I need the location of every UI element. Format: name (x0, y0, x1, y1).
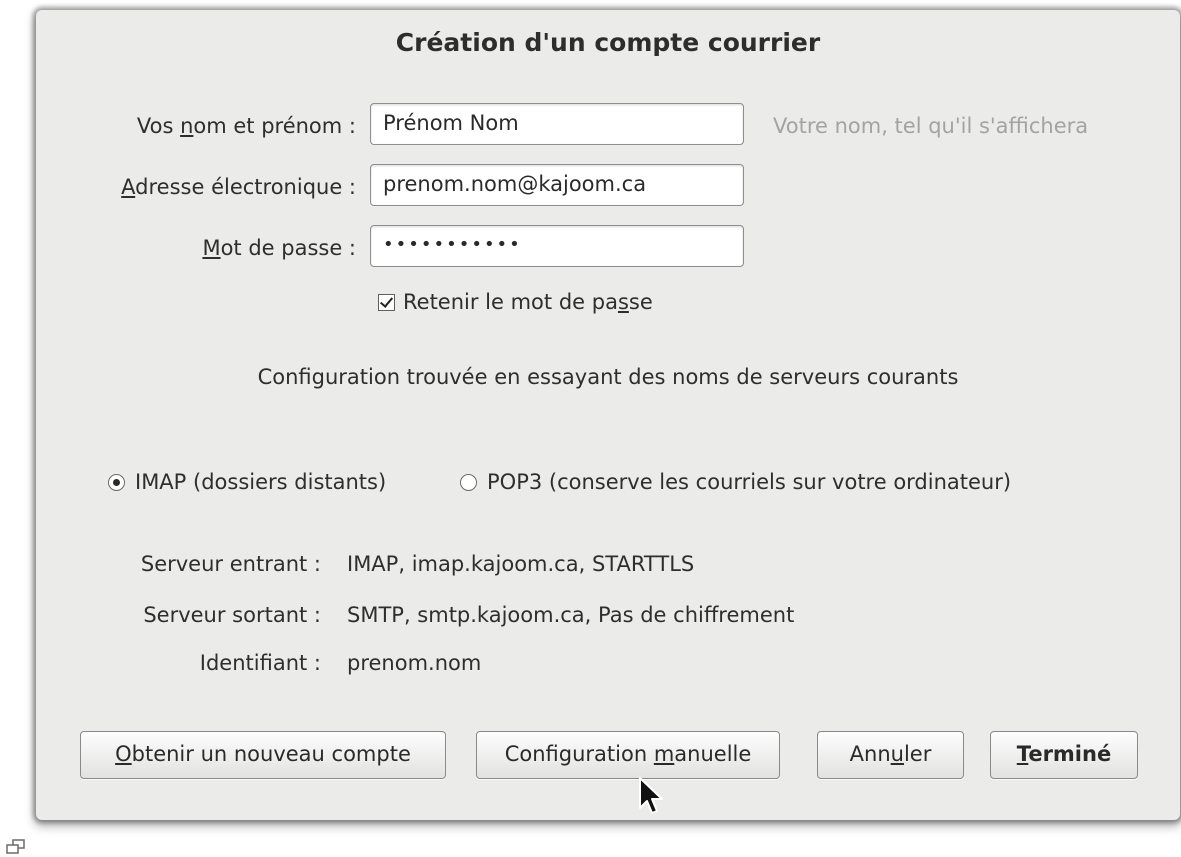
manual-config-button[interactable]: Configuration manuelle (476, 731, 780, 779)
radio-selected-icon[interactable] (108, 474, 125, 491)
accelerator-key: A (121, 175, 136, 199)
checkbox-checked-icon[interactable] (378, 294, 395, 311)
accelerator-key: O (115, 742, 132, 766)
window-restore-icon[interactable] (6, 839, 26, 855)
incoming-server-value: IMAP, imap.kajoom.ca, STARTTLS (347, 552, 695, 576)
password-label: Mot de passe : (202, 236, 356, 260)
done-button[interactable]: Terminé (990, 731, 1138, 779)
mouse-pointer-icon (639, 777, 663, 814)
accelerator-key: M (202, 236, 221, 260)
mail-account-setup-dialog: Création d'un compte courrier Vos nom et… (36, 10, 1180, 820)
name-hint: Votre nom, tel qu'il s'affichera (773, 114, 1089, 138)
accelerator-key: s (617, 290, 629, 314)
username-value: prenom.nom (347, 651, 482, 675)
username-label: Identifiant : (199, 651, 321, 675)
screen: Création d'un compte courrier Vos nom et… (0, 0, 1181, 857)
dialog-title: Création d'un compte courrier (395, 28, 821, 57)
email-field[interactable]: prenom.nom@kajoom.ca (370, 164, 744, 206)
accelerator-key: T (1016, 742, 1029, 766)
name-label: Vos nom et prénom : (136, 114, 356, 138)
imap-radio[interactable]: IMAP (dossiers distants) (108, 470, 386, 494)
outgoing-server-label: Serveur sortant : (143, 603, 321, 627)
accelerator-key: n (180, 114, 194, 138)
pop3-radio[interactable]: POP3 (conserve les courriels sur votre o… (460, 470, 1011, 494)
accelerator-key: m (653, 742, 675, 766)
name-field[interactable]: Prénom Nom (370, 103, 744, 145)
get-new-account-button[interactable]: Obtenir un nouveau compte (80, 731, 446, 779)
cancel-button[interactable]: Annuler (817, 731, 964, 779)
remember-password-checkbox[interactable]: Retenir le mot de passe (378, 290, 653, 314)
incoming-server-label: Serveur entrant : (140, 552, 321, 576)
outgoing-server-value: SMTP, smtp.kajoom.ca, Pas de chiffrement (347, 603, 795, 627)
config-status-message: Configuration trouvée en essayant des no… (257, 365, 959, 389)
radio-unselected-icon[interactable] (460, 474, 477, 491)
email-label: Adresse électronique : (121, 175, 356, 199)
accelerator-key: u (890, 742, 904, 766)
password-field[interactable]: ••••••••••• (370, 225, 744, 267)
